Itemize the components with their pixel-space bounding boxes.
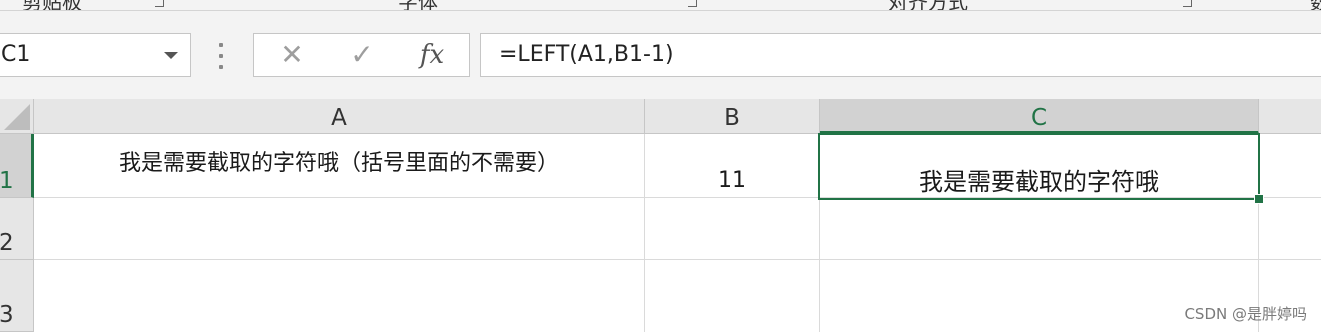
cell-b1[interactable]: 11 (645, 134, 820, 198)
cell-a3[interactable] (34, 260, 645, 332)
cell-a2[interactable] (34, 198, 645, 260)
chevron-down-icon[interactable] (164, 52, 178, 59)
select-all-icon (4, 104, 30, 130)
ribbon-group-alignment: 对齐方式 (888, 0, 968, 10)
ribbon-group-labels: 剪贴板 字体 对齐方式 数 (0, 0, 1321, 11)
name-box[interactable]: C1 (0, 33, 191, 77)
formula-input[interactable]: =LEFT(A1,B1-1) (480, 33, 1321, 77)
formula-bar: C1 ✕ ✓ fx =LEFT(A1,B1-1) (0, 11, 1321, 99)
alignment-launcher-icon[interactable] (1183, 0, 1192, 7)
column-header-d[interactable] (1259, 99, 1321, 134)
cell-c1[interactable]: 我是需要截取的字符哦 (820, 134, 1259, 198)
select-all-button[interactable] (0, 99, 34, 134)
cell-d1[interactable] (1259, 134, 1321, 198)
fill-handle[interactable] (1254, 194, 1264, 204)
font-launcher-icon[interactable] (688, 0, 697, 7)
ribbon-group-clipboard: 剪贴板 (22, 0, 82, 10)
ribbon-group-number: 数 (1310, 0, 1321, 10)
watermark: CSDN @是胖婷吗 (1184, 305, 1307, 323)
cell-b3[interactable] (645, 260, 820, 332)
column-header-c[interactable]: C (820, 99, 1259, 134)
insert-function-icon[interactable]: fx (412, 34, 452, 76)
column-header-b[interactable]: B (645, 99, 820, 134)
clipboard-launcher-icon[interactable] (155, 0, 164, 7)
cell-c2[interactable] (820, 198, 1259, 260)
cell-b2[interactable] (645, 198, 820, 260)
row-header-2[interactable]: 2 (0, 198, 34, 260)
drag-handle-icon[interactable] (218, 43, 224, 69)
row-header-3[interactable]: 3 (0, 260, 34, 332)
row-header-1[interactable]: 1 (0, 134, 34, 198)
cell-a1[interactable]: 我是需要截取的字符哦（括号里面的不需要） (34, 134, 645, 198)
ribbon-group-font: 字体 (398, 0, 438, 10)
name-box-value: C1 (1, 42, 31, 67)
cancel-icon[interactable]: ✕ (272, 34, 312, 76)
formula-buttons: ✕ ✓ fx (253, 33, 470, 77)
column-header-a[interactable]: A (34, 99, 645, 134)
cell-d2[interactable] (1259, 198, 1321, 260)
check-icon[interactable]: ✓ (342, 34, 382, 76)
worksheet-grid: A B C 1 2 3 我是需要截取的字符哦（括号里面的不需要） 11 我是需要… (0, 99, 1321, 332)
